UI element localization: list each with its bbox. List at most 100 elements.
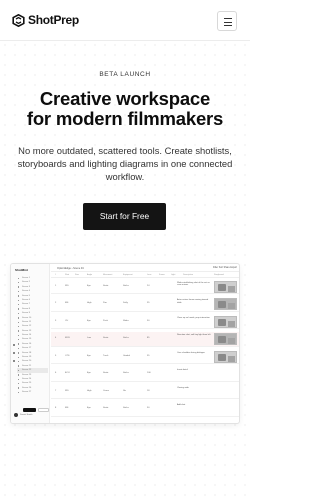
preview-table-cell: Sticks	[123, 407, 129, 409]
preview-breadcrumb: Option/Edge › Scene 04	[57, 266, 84, 270]
preview-table-cell: Low	[87, 337, 92, 339]
preview-table-row: 8 MS Eye Static Sticks 50 Add shot	[51, 402, 239, 417]
preview-storyboard-thumbnail	[214, 280, 237, 293]
preview-secondary-button	[38, 408, 49, 412]
preview-column-header: #	[55, 274, 57, 277]
preview-table-cell: 18	[147, 389, 150, 392]
preview-column-header: Lens	[147, 274, 152, 277]
preview-toolbar: Filter Sort Share Export	[213, 266, 237, 269]
preview-table-cell: 35	[147, 302, 150, 304]
preview-table-cell: Static	[103, 337, 109, 339]
preview-table-cell: 100	[147, 372, 151, 374]
preview-description: Add shot	[177, 404, 186, 406]
preview-table-cell: Eye	[87, 354, 91, 357]
preview-table-cell: MS	[65, 407, 69, 409]
preview-table-cell: 3	[55, 319, 57, 322]
site-header: ShotPrep	[0, 0, 250, 41]
preview-user-name: Daniel Smith	[20, 413, 33, 416]
preview-scene-tree: Scene 1 Scene 2 Scene 3 Scene 4 Scene 5 Scene…	[17, 276, 48, 395]
landing-page: ShotPrep BETA LAUNCH Creative workspace …	[0, 0, 250, 498]
beta-eyebrow: BETA LAUNCH	[99, 71, 151, 78]
preview-table-cell: MS	[65, 302, 69, 304]
preview-table-cell: Sticks	[123, 372, 129, 374]
hero-headline: Creative workspace for modern filmmakers	[0, 89, 250, 129]
preview-table-cell: Dolly	[123, 302, 128, 304]
preview-description: Insert detail	[177, 369, 188, 371]
preview-storyboard-thumbnail	[214, 298, 237, 310]
preview-table-row: 5 OTS Eye Track Gimbal 35 Over shoulder during…	[51, 349, 239, 364]
preview-table-cell: Push	[103, 319, 108, 322]
preview-table-cell: Jib	[123, 389, 126, 392]
preview-primary-button	[23, 408, 36, 412]
preview-table-row: 1 WS Eye Static Sticks 24 Wide establishing sh…	[51, 279, 239, 294]
preview-table-row: 4 MCU Low Static Sticks 85 Reaction shot, soft…	[51, 331, 239, 347]
preview-table-cell: 85	[147, 337, 150, 339]
preview-column-header: Description	[183, 274, 194, 277]
preview-column-header: Equipment	[123, 274, 133, 277]
preview-table-cell: 1	[55, 284, 57, 287]
preview-table-cell: High	[87, 302, 92, 304]
preview-column-header: Movement	[103, 274, 113, 277]
preview-table-cell: Pan	[103, 302, 107, 304]
preview-table-row: 7 WS High Crane Jib 18 Closing wide	[51, 384, 239, 399]
preview-table-cell: Static	[103, 284, 109, 287]
preview-table-cell: 50	[147, 407, 150, 409]
preview-table-cell: 24	[147, 284, 150, 287]
preview-table-cell: Eye	[87, 284, 91, 287]
preview-storyboard-thumbnail	[214, 315, 237, 328]
preview-table-cell: Gimbal	[123, 354, 130, 357]
hero-subtext: No more outdated, scattered tools. Creat…	[17, 145, 233, 182]
preview-column-header: Storyboard	[214, 274, 224, 277]
preview-table-cell: ECU	[65, 372, 70, 374]
preview-scene-item: Scene 27	[17, 390, 48, 394]
preview-shotlist: Option/Edge › Scene 04 Filter Sort Share…	[51, 264, 239, 423]
preview-column-header: Shot	[65, 274, 70, 277]
brand-logo[interactable]: ShotPrep	[12, 13, 79, 27]
preview-table-cell: 35	[147, 354, 150, 357]
preview-rail-icon	[13, 344, 15, 346]
preview-table-cell: WS	[65, 389, 69, 392]
preview-table-cell: 6	[55, 372, 57, 374]
preview-rail-icon	[13, 352, 15, 354]
preview-table-cell: Static	[103, 407, 109, 409]
preview-description: Actor enters frame moving toward table	[177, 299, 209, 304]
preview-column-header: Frame	[159, 274, 165, 277]
preview-storyboard-thumbnail	[214, 350, 237, 363]
preview-table-cell: Eye	[87, 372, 91, 374]
preview-table-cell: High	[87, 389, 92, 392]
preview-table-cell: MCU	[65, 337, 70, 339]
preview-table-row: 3 CU Eye Push Slider 50 Close up on hands, pro…	[51, 314, 239, 329]
preview-rail-icon	[13, 360, 15, 362]
shotprep-logo-icon	[12, 13, 25, 27]
preview-description: Close up on hands, prop interaction	[177, 316, 210, 319]
preview-table-row: 6 ECU Eye Static Sticks 100 Insert detail	[51, 367, 239, 382]
preview-table-cell: OTS	[65, 354, 70, 357]
preview-avatar	[14, 413, 18, 417]
start-free-button[interactable]: Start for Free	[83, 203, 166, 230]
preview-sidebar: ShotMint Scene 1 Scene 2 Scene 3 Scene 4 Sce…	[11, 264, 50, 423]
preview-column-header: Size	[75, 274, 79, 277]
preview-table-cell: Eye	[87, 319, 91, 322]
preview-table-cell: Crane	[103, 389, 109, 392]
preview-table-cell: 8	[55, 407, 57, 409]
preview-table-cell: Static	[103, 372, 109, 374]
preview-description: Wide establishing shot of the set as cre…	[177, 281, 210, 287]
preview-table-row: 2 MS High Pan Dolly 35 Actor enters frame movi…	[51, 297, 239, 312]
menu-button[interactable]	[217, 11, 237, 31]
preview-table-cell: Track	[103, 354, 109, 357]
app-preview: ShotMint Scene 1 Scene 2 Scene 3 Scene 4 Sce…	[10, 263, 240, 424]
preview-column-header: Angle	[87, 274, 93, 277]
preview-table-cell: 5	[55, 354, 57, 357]
headline-line-2: for modern filmmakers	[26, 108, 224, 129]
preview-description: Reaction shot, soft key light from left	[177, 334, 211, 336]
brand-name: ShotPrep	[28, 13, 79, 27]
preview-table-cell: 4	[55, 337, 57, 339]
preview-storyboard-thumbnail	[214, 333, 237, 345]
preview-column-header: Light	[171, 274, 176, 277]
preview-table-cell: 2	[55, 302, 57, 304]
preview-table-cell: 7	[55, 389, 57, 392]
preview-topbar: Option/Edge › Scene 04 Filter Sort Share…	[51, 264, 239, 272]
preview-table-cell: Slider	[123, 319, 129, 322]
preview-table-header: # Shot Size Angle Movement Equipment Lens Frame…	[51, 273, 239, 278]
preview-brand: ShotMint	[15, 268, 28, 272]
